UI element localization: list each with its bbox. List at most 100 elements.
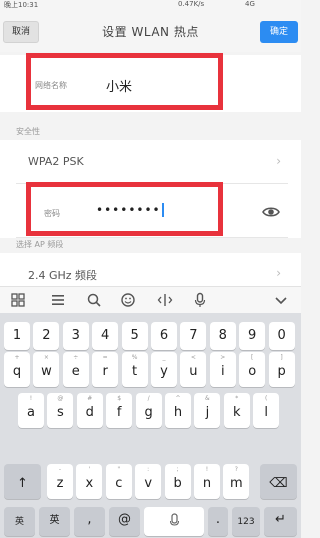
key-label: t xyxy=(132,364,138,379)
key-t[interactable]: % t xyxy=(121,352,148,387)
cursor-icon[interactable] xyxy=(157,292,173,308)
key-symbol-label: + xyxy=(14,354,20,361)
key-label: 5 xyxy=(130,328,139,343)
key-j[interactable]: & j xyxy=(194,393,221,428)
period-key[interactable]: . xyxy=(208,507,228,536)
key-w[interactable]: × w xyxy=(33,352,60,387)
key-n[interactable]: ! n xyxy=(194,464,220,499)
microphone-icon[interactable] xyxy=(192,292,208,308)
key-v[interactable]: :v xyxy=(135,464,162,499)
key-label: 9 xyxy=(248,328,257,343)
microphone-icon xyxy=(169,513,180,526)
key-symbol-label: > xyxy=(220,354,226,361)
key-0[interactable]: 0 xyxy=(268,322,295,350)
key-symbol-label: _ xyxy=(162,354,166,361)
menu-icon[interactable] xyxy=(50,292,66,308)
page-title: 设置 WLAN 热点 xyxy=(102,25,199,39)
key-b[interactable]: ; b xyxy=(164,464,191,499)
backspace-key[interactable]: ⌫ xyxy=(260,464,297,499)
key-e[interactable]: ÷ e xyxy=(62,352,89,387)
key-y[interactable]: _ y xyxy=(151,352,177,387)
key-symbol-label: [ xyxy=(251,354,254,361)
key-m[interactable]: ? m xyxy=(223,464,250,499)
key-symbol-label: / xyxy=(147,395,150,402)
key-symbol-label: ( xyxy=(265,395,268,402)
key-label: h xyxy=(173,405,183,420)
key-h[interactable]: ^ h xyxy=(165,393,191,428)
key-label: r xyxy=(102,364,108,379)
show-password-eye-icon[interactable] xyxy=(262,203,280,221)
key-z[interactable]: -z xyxy=(47,464,73,499)
key-9[interactable]: 9 xyxy=(239,322,266,350)
collapse-keyboard-icon[interactable] xyxy=(273,292,289,308)
enter-key[interactable]: ↵ xyxy=(264,507,297,536)
ap-band-row[interactable]: 2.4 GHz 频段 › xyxy=(0,253,301,287)
key-label: p xyxy=(277,364,286,379)
chevron-right-icon: › xyxy=(276,266,281,280)
key-symbol-label: ] xyxy=(280,354,283,361)
key-c[interactable]: " c xyxy=(105,464,132,499)
key-p[interactable]: ] p xyxy=(268,352,295,387)
key-symbol-label: < xyxy=(190,354,196,361)
key-symbol-label: - xyxy=(58,466,62,473)
key-q[interactable]: + q xyxy=(4,352,30,387)
key-label: o xyxy=(248,364,257,379)
key-symbol-label: ? xyxy=(234,466,238,473)
key-symbol-label: = xyxy=(102,354,108,361)
key-8[interactable]: 8 xyxy=(209,322,236,350)
grid-icon[interactable] xyxy=(10,292,26,308)
key-7[interactable]: 7 xyxy=(180,322,207,350)
key-l[interactable]: (l xyxy=(253,393,280,428)
key-i[interactable]: > i xyxy=(209,352,236,387)
key-label: i xyxy=(220,364,225,379)
shift-key[interactable]: ↑ xyxy=(4,464,41,499)
key-label: 1 xyxy=(12,328,22,343)
emoji-icon[interactable] xyxy=(120,292,136,308)
key-4[interactable]: 4 xyxy=(92,322,119,350)
key-symbol-label: ^ xyxy=(175,395,181,402)
key-symbol-label: ! xyxy=(205,466,209,473)
language-key[interactable]: 英 xyxy=(39,507,70,536)
language-switch-key[interactable]: 英 xyxy=(4,507,35,536)
key-label: f xyxy=(116,405,122,420)
key-label: y xyxy=(160,364,168,379)
key-3[interactable]: 3 xyxy=(62,322,89,350)
security-row[interactable]: WPA2 PSK › xyxy=(0,140,301,184)
key-6[interactable]: 6 xyxy=(151,322,177,350)
key-g[interactable]: / g xyxy=(135,393,162,428)
comma-key[interactable]: , xyxy=(74,507,105,536)
key-symbol-label: ! xyxy=(29,395,33,402)
key-label: 2 xyxy=(42,328,51,343)
key-1[interactable]: 1 xyxy=(4,322,30,350)
key-r[interactable]: = r xyxy=(92,352,119,387)
password-highlight xyxy=(26,182,223,236)
key-label: a xyxy=(27,405,35,420)
confirm-button[interactable]: 确定 xyxy=(260,21,298,43)
keyboard: 1234567890 + q × w ÷ e = r% t _ y < u > i[o] p ! a @ s # d $ f… xyxy=(0,313,301,538)
key-5[interactable]: 5 xyxy=(121,322,148,350)
at-key[interactable]: @ xyxy=(109,507,140,536)
key-symbol-label: @ xyxy=(57,395,64,402)
space-key[interactable] xyxy=(144,507,204,536)
key-2[interactable]: 2 xyxy=(33,322,60,350)
key-label: d xyxy=(85,405,94,420)
key-symbol-label: ÷ xyxy=(73,354,79,361)
key-label: m xyxy=(230,476,243,491)
divider xyxy=(16,237,288,238)
key-f[interactable]: $ f xyxy=(106,393,133,428)
key-label: c xyxy=(115,476,123,491)
key-o[interactable]: [o xyxy=(239,352,266,387)
status-network-type: 4G xyxy=(245,0,255,8)
key-k[interactable]: * k xyxy=(223,393,250,428)
key-u[interactable]: < u xyxy=(180,352,207,387)
key-a[interactable]: ! a xyxy=(18,393,44,428)
search-icon[interactable] xyxy=(86,292,102,308)
key-s[interactable]: @ s xyxy=(47,393,74,428)
key-symbol-label: × xyxy=(43,354,49,361)
key-d[interactable]: # d xyxy=(76,393,103,428)
status-bar: 晚上10:31 0.47K/s 4G xyxy=(0,0,301,10)
key-symbol-label: % xyxy=(131,354,138,361)
status-time: 晚上10:31 xyxy=(4,1,39,9)
key-x[interactable]: ' x xyxy=(76,464,103,499)
numeric-mode-key[interactable]: 123 xyxy=(232,507,260,536)
